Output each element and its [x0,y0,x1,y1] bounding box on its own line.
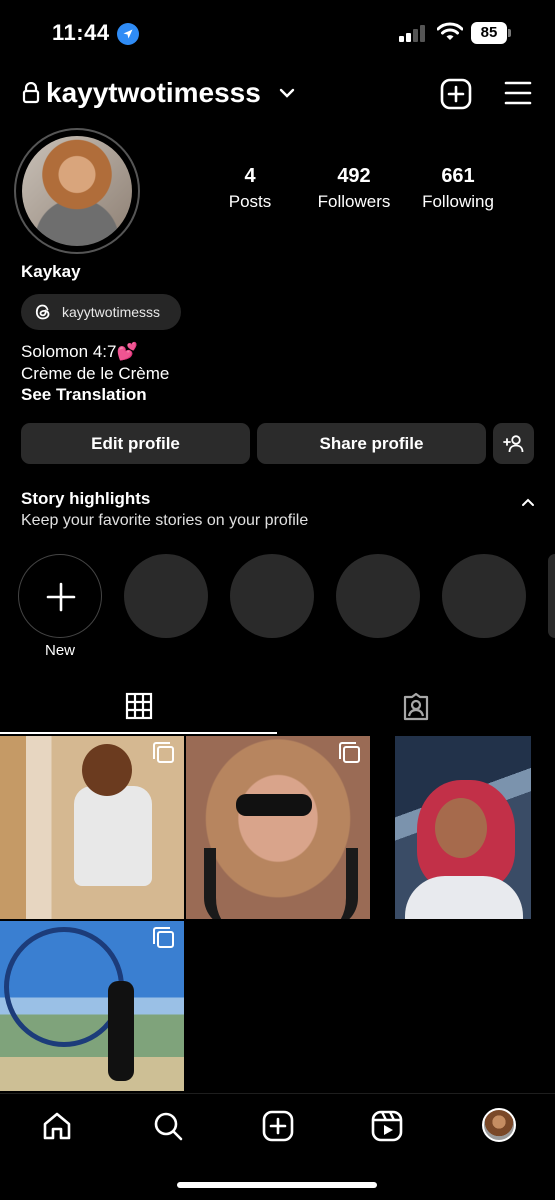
post-thumbnail[interactable] [0,921,184,1091]
status-bar: 11:44 85 [0,0,555,66]
account-switcher[interactable]: kayytwotimesss [46,77,261,109]
highlight-placeholder [548,554,555,638]
new-highlight-label: New [44,642,75,659]
reels-icon[interactable] [371,1110,403,1147]
post-thumbnail[interactable] [186,736,370,919]
edit-profile-button[interactable]: Edit profile [21,423,250,464]
highlights-subtitle: Keep your favorite stories on your profi… [21,512,309,529]
stat-label: Posts [228,192,272,211]
carousel-icon [153,742,174,763]
highlights-title: Story highlights [21,489,151,508]
battery-icon: 85 [471,22,511,44]
stat-count: 661 [441,165,475,187]
stat-count: 492 [337,165,371,187]
cellular-signal-icon [398,24,428,47]
grid-icon [125,692,153,720]
profile-avatar-tab[interactable] [482,1108,516,1142]
new-highlight-button[interactable] [18,554,102,638]
share-profile-button[interactable]: Share profile [257,423,486,464]
discover-people-button[interactable] [493,423,534,464]
display-name: Kaykay [21,262,81,281]
bio-line: Solomon 4:7💕 [21,342,138,361]
menu-icon[interactable] [504,80,532,111]
plus-icon [46,582,76,612]
highlight-placeholder [230,554,314,638]
bio-line: Crème de le Crème [21,364,170,383]
tab-posts-grid[interactable] [0,682,277,734]
add-post-icon[interactable] [440,78,472,115]
threads-handle: kayytwotimesss [62,304,161,320]
stat-followers[interactable]: 492 Followers [304,165,404,212]
stat-label: Followers [317,192,391,211]
threads-link-chip[interactable]: kayytwotimesss [21,294,181,330]
highlight-placeholder [336,554,420,638]
wifi-icon [436,22,464,47]
home-icon[interactable] [41,1110,73,1147]
post-thumbnail[interactable] [0,736,184,919]
tagged-icon [403,692,429,721]
highlight-placeholder [442,554,526,638]
carousel-icon [153,927,174,948]
profile-header: kayytwotimesss [0,72,555,118]
carousel-icon [339,742,360,763]
search-icon[interactable] [152,1110,184,1147]
location-arrow-icon [117,23,139,45]
add-person-icon [502,435,523,453]
lock-icon [22,81,40,109]
post-thumbnail[interactable] [395,736,531,919]
see-translation-link[interactable]: See Translation [21,385,147,405]
chevron-up-icon[interactable] [521,495,535,513]
profile-avatar[interactable] [22,136,132,246]
stat-label: Following [422,192,494,211]
highlight-placeholder [124,554,208,638]
status-time: 11:44 [52,20,110,45]
bio: Solomon 4:7💕 Crème de le Crème [21,341,169,385]
home-indicator [177,1182,377,1188]
battery-level: 85 [471,22,507,44]
stat-following[interactable]: 661 Following [408,165,508,212]
stat-posts[interactable]: 4 Posts [200,165,300,212]
tab-tagged[interactable] [278,682,555,734]
threads-icon [33,302,53,327]
create-icon[interactable] [262,1110,294,1147]
stat-count: 4 [244,165,256,187]
chevron-down-icon[interactable] [279,86,295,104]
